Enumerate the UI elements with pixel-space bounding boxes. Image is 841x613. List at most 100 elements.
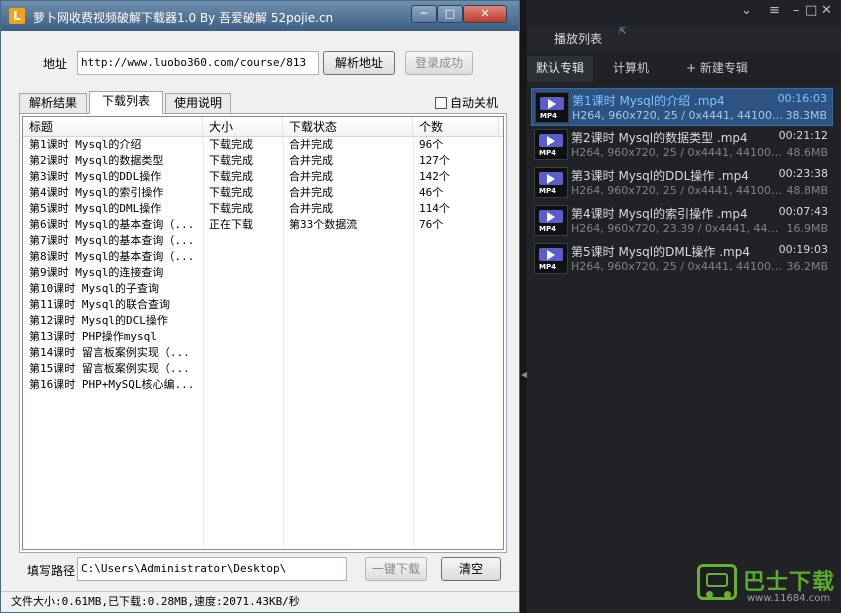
window-title: 萝卜网收费视频破解下载器1.0 By 吾爱破解 52pojie.cn bbox=[33, 11, 334, 25]
header-size[interactable]: 大小 bbox=[203, 117, 283, 137]
table-row[interactable]: 第7课时 Mysql的基本查询（... bbox=[23, 233, 503, 249]
parse-address-button[interactable]: 解析地址 bbox=[323, 51, 395, 75]
row-title: 第6课时 Mysql的基本查询（... bbox=[29, 218, 195, 231]
minimize-button[interactable]: ─ bbox=[411, 5, 437, 23]
playlist-item-info: H264, 960x720, 25 / 0x4441, 44100Hz, 2..… bbox=[571, 146, 783, 159]
bus-logo-icon bbox=[697, 564, 737, 600]
playlist-header: 播放列表 ⇱ bbox=[527, 26, 841, 52]
table-row[interactable]: 第9课时 Mysql的连接查询 bbox=[23, 265, 503, 281]
playlist-item[interactable]: MP4 第5课时 Mysql的DML操作 .mp4 00:19:03 H264, 96… bbox=[531, 240, 833, 278]
playlist-item-title: 第2课时 Mysql的数据类型 .mp4 bbox=[571, 131, 748, 145]
playlist-item-info: H264, 960x720, 25 / 0x4441, 44100Hz, 2..… bbox=[572, 109, 784, 122]
row-title: 第2课时 Mysql的数据类型 bbox=[29, 154, 164, 167]
row-status bbox=[283, 345, 411, 361]
clear-button[interactable]: 清空 bbox=[441, 557, 501, 581]
row-size: 下载完成 bbox=[209, 202, 253, 215]
tab-download-list[interactable]: 下载列表 bbox=[89, 91, 163, 114]
row-size bbox=[203, 361, 281, 377]
tab-help[interactable]: 使用说明 bbox=[165, 93, 231, 113]
row-size bbox=[203, 249, 281, 265]
title-bar[interactable]: L 萝卜网收费视频破解下载器1.0 By 吾爱破解 52pojie.cn ─ □… bbox=[1, 1, 519, 31]
row-size bbox=[203, 281, 281, 297]
playlist: MP4 第1课时 Mysql的介绍 .mp4 00:16:03 H264, 960x7… bbox=[531, 88, 833, 278]
table-row[interactable]: 第2课时 Mysql的数据类型 下载完成 合并完成 127个 bbox=[23, 153, 503, 169]
close-icon[interactable]: ✕ bbox=[821, 3, 832, 18]
playlist-item[interactable]: MP4 第2课时 Mysql的数据类型 .mp4 00:21:12 H264, 960… bbox=[531, 126, 833, 164]
fullscreen-icon[interactable]: □ bbox=[805, 3, 817, 18]
tab-computer-album[interactable]: 计算机 bbox=[599, 56, 663, 82]
playlist-item[interactable]: MP4 第1课时 Mysql的介绍 .mp4 00:16:03 H264, 960x7… bbox=[531, 88, 833, 126]
row-size: 正在下载 bbox=[209, 218, 253, 231]
chevron-down-icon[interactable]: ⌄ bbox=[741, 3, 752, 18]
download-list[interactable]: 标题 大小 下载状态 个数 第1课时 Mysql的介绍 下载完成 合并完成 96个 第2… bbox=[22, 116, 504, 550]
table-row[interactable]: 第12课时 Mysql的DCL操作 bbox=[23, 313, 503, 329]
video-thumbnail-icon: MP4 bbox=[534, 243, 568, 274]
checkbox-icon[interactable] bbox=[435, 97, 447, 109]
auto-shutdown-checkbox[interactable]: 自动关机 bbox=[435, 94, 498, 111]
row-status bbox=[283, 361, 411, 377]
header-status[interactable]: 下载状态 bbox=[283, 117, 413, 137]
mp4-tag: MP4 bbox=[539, 187, 556, 195]
table-row[interactable]: 第16课时 PHP+MySQL核心编... bbox=[23, 377, 503, 393]
row-count: 96个 bbox=[419, 138, 444, 151]
table-row[interactable]: 第11课时 Mysql的联合查询 bbox=[23, 297, 503, 313]
header-count[interactable]: 个数 bbox=[413, 117, 499, 137]
list-body: 第1课时 Mysql的介绍 下载完成 合并完成 96个 第2课时 Mysql的数据类型下… bbox=[23, 137, 503, 393]
header-title[interactable]: 标题 bbox=[23, 117, 203, 137]
table-row[interactable]: 第10课时 Mysql的子查询 bbox=[23, 281, 503, 297]
row-status: 合并完成 bbox=[289, 186, 333, 199]
maximize-button[interactable]: □ bbox=[437, 5, 463, 23]
table-row[interactable]: 第15课时 留言板案例实现（... bbox=[23, 361, 503, 377]
close-button[interactable]: ✕ bbox=[463, 5, 507, 23]
address-label: 地址 bbox=[43, 57, 68, 71]
watermark-url: www.11684.com bbox=[747, 593, 831, 604]
row-count bbox=[413, 249, 493, 265]
playlist-item-info: H264, 960x720, 23.39 / 0x4441, 44100Hz, … bbox=[571, 222, 783, 235]
row-status: 合并完成 bbox=[289, 170, 333, 183]
row-title: 第5课时 Mysql的DML操作 bbox=[29, 202, 162, 215]
save-path-input[interactable]: C:\Users\Administrator\Desktop\ bbox=[77, 557, 347, 581]
new-album-button[interactable]: + 新建专辑 bbox=[669, 56, 765, 82]
playlist-item[interactable]: MP4 第4课时 Mysql的索引操作 .mp4 00:07:43 H264, 960… bbox=[531, 202, 833, 240]
table-row[interactable]: 第13课时 PHP操作mysql bbox=[23, 329, 503, 345]
video-thumbnail-icon: MP4 bbox=[534, 167, 568, 198]
row-size bbox=[203, 265, 281, 281]
player-playlist-pane: ⌄ ≡ – □ ✕ 播放列表 ⇱ 默认专辑 计算机 + 新建专辑 MP4 第1课时… bbox=[527, 0, 841, 613]
app-logo-icon: L bbox=[9, 8, 25, 24]
row-size bbox=[203, 345, 281, 361]
download-list-panel: 标题 大小 下载状态 个数 第1课时 Mysql的介绍 下载完成 合并完成 96个 第2… bbox=[19, 113, 507, 553]
row-count: 142个 bbox=[419, 170, 450, 183]
row-title: 第9课时 Mysql的连接查询 bbox=[29, 266, 164, 279]
collapse-arrow-icon[interactable]: ◀ bbox=[521, 368, 527, 382]
login-button[interactable]: 登录成功 bbox=[405, 51, 473, 75]
table-row[interactable]: 第8课时 Mysql的基本查询（... bbox=[23, 249, 503, 265]
table-row[interactable]: 第4课时 Mysql的索引操作 下载完成 合并完成 46个 bbox=[23, 185, 503, 201]
table-row[interactable]: 第1课时 Mysql的介绍 下载完成 合并完成 96个 bbox=[23, 137, 503, 153]
table-row[interactable]: 第6课时 Mysql的基本查询（... 正在下载 第33个数据流 76个 bbox=[23, 217, 503, 233]
row-size: 下载完成 bbox=[209, 154, 253, 167]
playlist-item-duration: 00:23:38 bbox=[778, 167, 828, 180]
playlist-item[interactable]: MP4 第3课时 Mysql的DDL操作 .mp4 00:23:38 H264, 96… bbox=[531, 164, 833, 202]
minimize-icon[interactable]: – bbox=[793, 3, 800, 18]
row-count bbox=[413, 313, 493, 329]
table-row[interactable]: 第5课时 Mysql的DML操作 下载完成 合并完成 114个 bbox=[23, 201, 503, 217]
pane-divider[interactable] bbox=[520, 0, 527, 613]
playlist-item-duration: 00:16:03 bbox=[777, 92, 827, 105]
address-input[interactable]: http://www.luobo360.com/course/813 bbox=[77, 51, 319, 75]
tab-parse-result[interactable]: 解析结果 bbox=[19, 93, 87, 113]
watermark-text: 巴士下载 bbox=[743, 570, 836, 595]
table-row[interactable]: 第14课时 留言板案例实现（... bbox=[23, 345, 503, 361]
mp4-tag: MP4 bbox=[539, 225, 556, 233]
one-click-download-button[interactable]: 一键下载 bbox=[365, 557, 427, 581]
row-count bbox=[413, 377, 493, 393]
table-row[interactable]: 第3课时 Mysql的DDL操作 下载完成 合并完成 142个 bbox=[23, 169, 503, 185]
row-count bbox=[413, 281, 493, 297]
menu-icon[interactable]: ≡ bbox=[769, 3, 780, 18]
status-bar: 文件大小:0.61MB,已下载:0.28MB,速度:2071.43KB/秒 bbox=[1, 591, 519, 612]
tab-default-album[interactable]: 默认专辑 bbox=[527, 56, 593, 82]
row-count bbox=[413, 345, 493, 361]
playlist-item-size: 48.8MB bbox=[786, 184, 828, 197]
pin-icon[interactable]: ⇱ bbox=[619, 27, 627, 37]
row-size: 下载完成 bbox=[209, 170, 253, 183]
playlist-item-title: 第1课时 Mysql的介绍 .mp4 bbox=[572, 94, 725, 108]
